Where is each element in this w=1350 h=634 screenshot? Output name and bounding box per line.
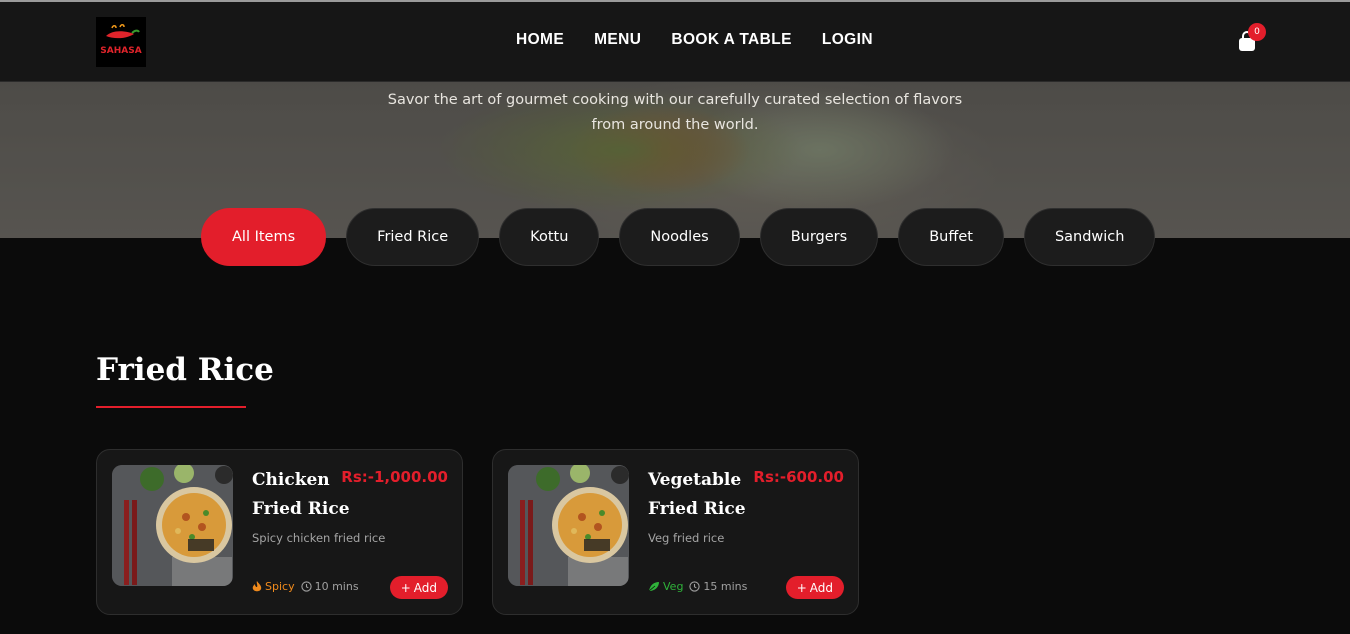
main-nav: HOME MENU BOOK A TABLE LOGIN [516, 31, 873, 49]
prep-time: 15 mins [689, 580, 747, 593]
nav-login[interactable]: LOGIN [822, 31, 873, 49]
menu-item-card: Vegetable Fried Rice Rs:-600.00 Veg frie… [492, 449, 859, 615]
add-to-cart-button[interactable]: + Add [389, 576, 448, 599]
add-to-cart-button[interactable]: + Add [785, 576, 844, 599]
filter-noodles[interactable]: Noodles [619, 208, 740, 266]
nav-book-a-table[interactable]: BOOK A TABLE [671, 31, 791, 49]
item-name: Chicken Fried Rice [252, 470, 350, 519]
filter-all-items[interactable]: All Items [201, 208, 327, 266]
plus-icon: + [796, 580, 807, 595]
flavor-label: Veg [663, 580, 684, 593]
item-price: Rs:-600.00 [753, 468, 844, 486]
filter-burgers[interactable]: Burgers [759, 208, 879, 266]
filter-sandwich[interactable]: Sandwich [1023, 208, 1156, 266]
item-tags: Veg 15 mins [648, 580, 747, 593]
navbar: SAHASA HOME MENU BOOK A TABLE LOGIN 0 [0, 2, 1350, 82]
nav-menu[interactable]: MENU [594, 31, 641, 49]
flavor-tag: Veg [648, 580, 683, 593]
section-title: Fried Rice [96, 352, 274, 388]
filter-buffet[interactable]: Buffet [898, 208, 1004, 266]
item-price: Rs:-1,000.00 [341, 468, 448, 486]
plus-icon: + [400, 580, 411, 595]
food-image [112, 465, 233, 586]
hero-tagline: Savor the art of gourmet cooking with ou… [387, 92, 963, 133]
clock-icon [689, 581, 701, 592]
flavor-label: Spicy [265, 580, 295, 593]
add-label: Add [809, 580, 833, 595]
chili-logo-icon: SAHASA [100, 24, 142, 56]
item-description: Veg fried rice [648, 531, 725, 545]
leaf-icon [648, 582, 659, 592]
cart-count-badge: 0 [1248, 23, 1266, 41]
prep-time-label: 15 mins [703, 580, 748, 593]
food-image [508, 465, 629, 586]
prep-time: 10 mins [300, 580, 359, 593]
section-underline [96, 406, 246, 408]
flavor-tag: Spicy [252, 580, 295, 593]
menu-item-card: Chicken Fried Rice Rs:-1,000.00 Spicy ch… [96, 449, 463, 615]
logo-text: SAHASA [100, 46, 141, 56]
item-description: Spicy chicken fried rice [252, 531, 386, 545]
item-tags: Spicy 10 mins [252, 580, 359, 593]
filter-kottu[interactable]: Kottu [499, 208, 600, 266]
nav-home[interactable]: HOME [516, 31, 564, 49]
category-filters: All Items Fried Rice Kottu Noodles Burge… [201, 208, 1156, 266]
brand-logo[interactable]: SAHASA [96, 17, 146, 67]
filter-fried-rice[interactable]: Fried Rice [346, 208, 480, 266]
flame-icon [252, 580, 262, 591]
add-label: Add [413, 580, 437, 595]
item-name: Vegetable Fried Rice [648, 470, 746, 519]
clock-icon [300, 581, 312, 592]
prep-time-label: 10 mins [314, 580, 359, 593]
